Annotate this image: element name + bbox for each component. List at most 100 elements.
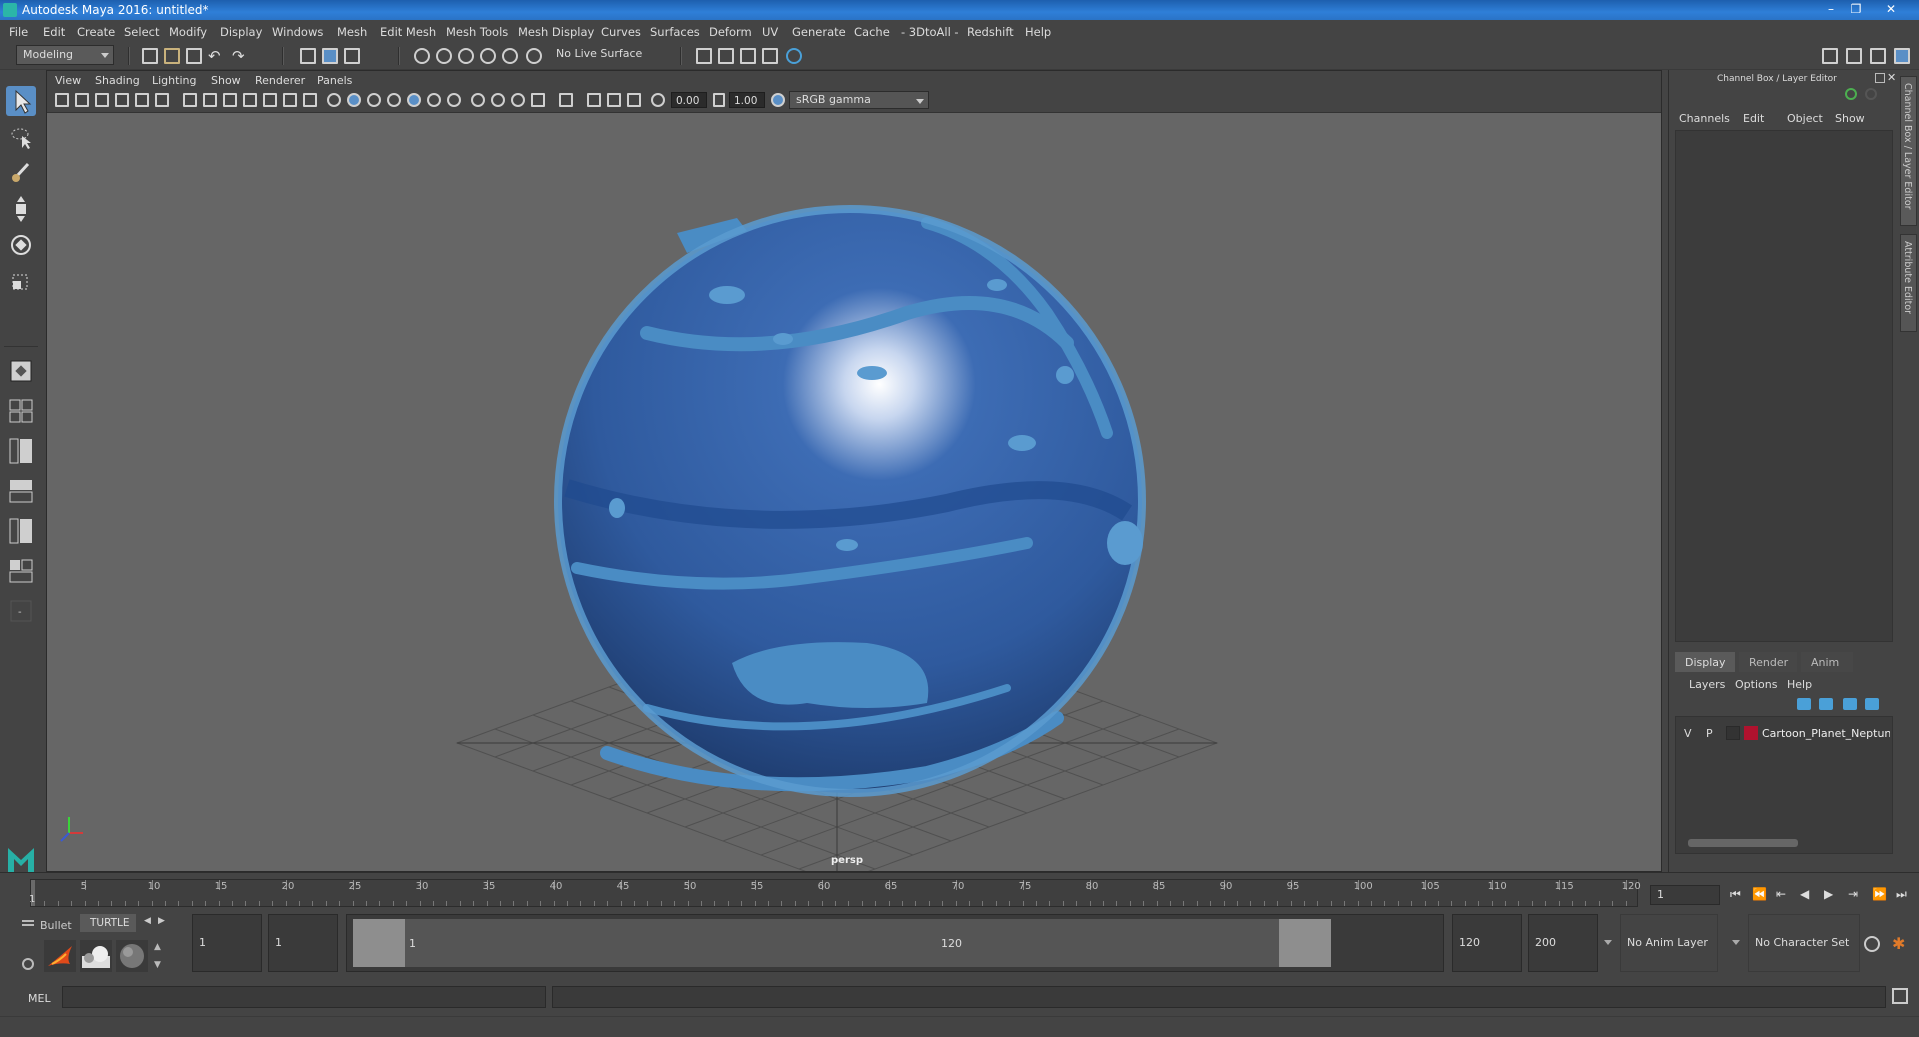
command-language-label[interactable]: MEL xyxy=(28,992,51,1005)
channel-box-toggle-icon[interactable] xyxy=(1894,48,1910,64)
select-component-icon[interactable] xyxy=(344,48,360,64)
snap-view-icon[interactable] xyxy=(480,48,496,64)
shelf-item-sphere[interactable] xyxy=(116,940,148,972)
step-back-frame-icon[interactable]: ⇤ xyxy=(1776,887,1792,903)
lights-icon[interactable] xyxy=(427,93,441,107)
animation-prefs-icon[interactable]: ✱ xyxy=(1892,934,1905,953)
playback-start-field[interactable]: 1 xyxy=(268,914,338,972)
step-forward-key-icon[interactable]: ⏩ xyxy=(1872,887,1888,903)
viewport-menu-renderer[interactable]: Renderer xyxy=(255,74,305,87)
current-frame-field[interactable]: 1 xyxy=(1650,885,1720,905)
menu-set-dropdown[interactable]: Modeling xyxy=(16,45,114,65)
exposure-field[interactable]: 0.00 xyxy=(671,92,707,108)
scene-view[interactable] xyxy=(47,113,1662,872)
step-back-key-icon[interactable]: ⏪ xyxy=(1752,887,1768,903)
snap-curve-icon[interactable] xyxy=(436,48,452,64)
menu-windows[interactable]: Windows xyxy=(272,25,323,39)
move-tool[interactable] xyxy=(6,194,36,224)
snap-grid-icon[interactable] xyxy=(414,48,430,64)
channel-show-menu[interactable]: Show xyxy=(1835,112,1865,125)
2d-pan-zoom-icon[interactable] xyxy=(135,93,149,107)
menu-generate[interactable]: Generate xyxy=(792,25,846,39)
tab-display[interactable]: Display xyxy=(1675,652,1735,672)
shadows-icon[interactable] xyxy=(447,93,461,107)
snap-point-icon[interactable] xyxy=(458,48,474,64)
move-layer-up-icon[interactable] xyxy=(1797,698,1811,710)
wireframe-icon[interactable] xyxy=(327,93,341,107)
camera-attrs-icon[interactable] xyxy=(75,93,89,107)
end-time-field[interactable]: 200 xyxy=(1528,914,1598,972)
playback-end-field[interactable]: 120 xyxy=(1452,914,1522,972)
menu-help[interactable]: Help xyxy=(1025,25,1051,39)
script-editor-icon[interactable] xyxy=(1892,988,1908,1004)
layer-scrollbar[interactable] xyxy=(1688,839,1798,847)
wireframe-on-shaded-icon[interactable] xyxy=(367,93,381,107)
paint-select-tool[interactable] xyxy=(6,158,36,188)
snap-live-icon[interactable] xyxy=(526,48,542,64)
menu-surfaces[interactable]: Surfaces xyxy=(650,25,700,39)
anim-layer-arrow-icon[interactable] xyxy=(1732,940,1740,945)
custom-layout[interactable] xyxy=(6,556,36,586)
lasso-tool[interactable] xyxy=(6,122,36,152)
range-slider-bar[interactable] xyxy=(353,919,1331,967)
channel-list-area[interactable] xyxy=(1675,130,1893,642)
viewport-panel[interactable]: View Shading Lighting Show Renderer Pane… xyxy=(46,70,1662,872)
shelf-scroll-up-icon[interactable]: ▲ xyxy=(154,942,161,952)
channel-key-icon[interactable] xyxy=(1845,88,1857,100)
xray-active-icon[interactable] xyxy=(607,93,621,107)
safe-action-icon[interactable] xyxy=(283,93,297,107)
minimize-button[interactable]: – xyxy=(1820,1,1842,17)
viewport-menu-view[interactable]: View xyxy=(55,74,81,87)
menu-create[interactable]: Create xyxy=(77,25,115,39)
close-panel-icon[interactable]: ✕ xyxy=(1887,71,1896,84)
film-gate-icon[interactable] xyxy=(203,93,217,107)
auto-key-icon[interactable] xyxy=(1864,936,1880,952)
image-plane-icon[interactable] xyxy=(115,93,129,107)
tool-settings-toggle-icon[interactable] xyxy=(1870,48,1886,64)
depth-of-field-icon[interactable] xyxy=(531,93,545,107)
start-time-field[interactable]: 1 xyxy=(192,914,262,972)
modeling-toolkit-icon[interactable] xyxy=(1822,48,1838,64)
new-scene-icon[interactable] xyxy=(142,48,158,64)
menu-mesh-tools[interactable]: Mesh Tools xyxy=(446,25,508,39)
shelf-scroll-left-icon[interactable]: ◀ xyxy=(144,916,151,926)
ipr-render-icon[interactable] xyxy=(718,48,734,64)
menu-modify[interactable]: Modify xyxy=(169,25,207,39)
new-layer-icon[interactable] xyxy=(1843,698,1857,710)
channel-lock-icon[interactable] xyxy=(1865,88,1877,100)
character-set-dropdown[interactable]: No Character Set xyxy=(1748,914,1860,972)
save-scene-icon[interactable] xyxy=(186,48,202,64)
undo-icon[interactable]: ↶ xyxy=(208,48,224,64)
step-forward-frame-icon[interactable]: ⇥ xyxy=(1848,887,1864,903)
channel-edit-menu[interactable]: Edit xyxy=(1743,112,1764,125)
menu-display[interactable]: Display xyxy=(220,25,262,39)
range-start-handle[interactable] xyxy=(353,919,405,967)
tab-attribute-editor[interactable]: Attribute Editor xyxy=(1900,234,1917,332)
layer-visibility-toggle[interactable]: V xyxy=(1684,727,1692,740)
layer-row[interactable]: V P Cartoon_Planet_Neptune xyxy=(1678,725,1890,743)
menu-3dtoall[interactable]: - 3DtoAll - xyxy=(901,25,959,39)
shelf-scroll-down-icon[interactable]: ▼ xyxy=(154,960,161,970)
timeline-ruler[interactable]: 1 5 10 15 20 25 30 35 40 45 50 55 60 65 70 75 80 85 90 95 1… xyxy=(29,879,1641,907)
play-backward-icon[interactable]: ◀ xyxy=(1800,887,1816,903)
play-forward-icon[interactable]: ▶ xyxy=(1824,887,1840,903)
select-object-icon[interactable] xyxy=(322,48,338,64)
field-chart-icon[interactable] xyxy=(263,93,277,107)
select-hierarchy-icon[interactable] xyxy=(300,48,316,64)
layers-menu[interactable]: Layers xyxy=(1689,678,1725,691)
channel-object-menu[interactable]: Object xyxy=(1787,112,1823,125)
go-to-end-icon[interactable]: ⏭ xyxy=(1896,887,1912,903)
gamma-icon[interactable] xyxy=(713,93,725,107)
render-settings-icon[interactable] xyxy=(740,48,756,64)
anim-layer-dropdown[interactable]: No Anim Layer xyxy=(1620,914,1718,972)
bookmark-icon[interactable] xyxy=(95,93,109,107)
snap-surface-icon[interactable] xyxy=(502,48,518,64)
viewport-menu-lighting[interactable]: Lighting xyxy=(152,74,196,87)
viewport-menu-shading[interactable]: Shading xyxy=(95,74,140,87)
maximize-button[interactable]: ❐ xyxy=(1845,1,1867,17)
open-scene-icon[interactable] xyxy=(164,48,180,64)
grid-toggle-icon[interactable] xyxy=(183,93,197,107)
move-layer-down-icon[interactable] xyxy=(1819,698,1833,710)
ambient-occlusion-icon[interactable] xyxy=(471,93,485,107)
layer-name[interactable]: Cartoon_Planet_Neptune xyxy=(1762,727,1890,740)
